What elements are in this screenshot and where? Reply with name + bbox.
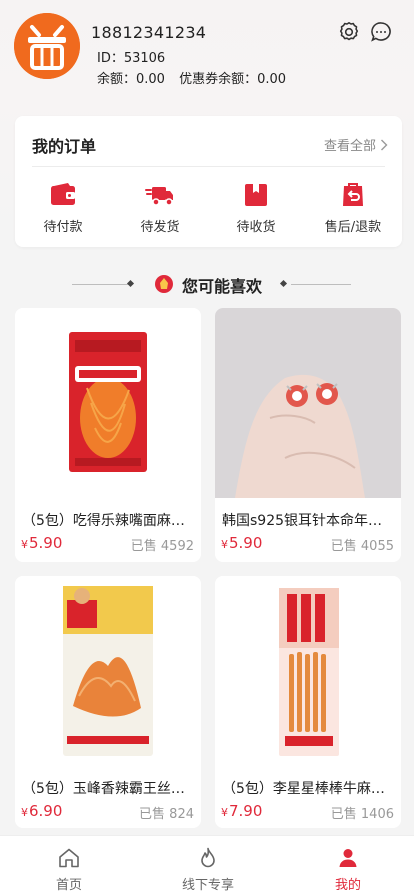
- product-name: （5包）李星星棒棒牛麻辣条: [222, 781, 396, 797]
- currency-symbol: ¥: [221, 806, 228, 819]
- recommend-title: 您可能喜欢: [182, 277, 263, 296]
- divider: [72, 284, 132, 285]
- tab-label: 我的: [334, 878, 361, 893]
- diamond-dot: [279, 279, 288, 288]
- refund-bag-icon: [338, 180, 368, 210]
- product-name: 韩国s925银耳针本命年牛耳钉: [222, 513, 396, 529]
- tab-label: 线下专享: [181, 878, 234, 893]
- price-value: 7.90: [229, 802, 263, 820]
- order-label: 待付款: [43, 220, 83, 235]
- flame-icon: [196, 846, 220, 870]
- avatar[interactable]: [14, 13, 80, 79]
- my-orders-card: 我的订单 查看全部 待付款 待发货 待收货 售后/退款: [15, 116, 402, 247]
- product-image[interactable]: [215, 576, 401, 766]
- sold-count: 已售 824: [139, 807, 194, 822]
- order-after-sales[interactable]: 售后/退款: [308, 180, 398, 235]
- currency-symbol: ¥: [221, 538, 228, 551]
- order-label: 待收货: [236, 220, 276, 235]
- order-pending-shipment[interactable]: 待发货: [115, 180, 205, 235]
- order-pending-payment[interactable]: 待付款: [18, 180, 108, 235]
- orders-title: 我的订单: [32, 137, 97, 156]
- divider: [32, 166, 385, 167]
- sold-count: 已售 1406: [330, 807, 394, 822]
- order-pending-receipt[interactable]: 待收货: [211, 180, 301, 235]
- chevron-right-icon: [380, 139, 388, 154]
- divider: [291, 284, 351, 285]
- product-card[interactable]: （5包）吃得乐辣嘴面麻辣面筋 ¥5.90 已售 4592: [15, 308, 201, 562]
- package-icon: [241, 180, 271, 210]
- sold-count: 已售 4055: [330, 539, 394, 554]
- coupon-balance-text: 优惠券余额：0.00: [179, 72, 287, 87]
- currency-symbol: ¥: [21, 538, 28, 551]
- diamond-dot: [126, 279, 135, 288]
- user-icon: [336, 846, 360, 870]
- delivery-truck-icon: [145, 180, 175, 210]
- view-all-orders-link[interactable]: 查看全部: [324, 135, 388, 154]
- currency-symbol: ¥: [21, 806, 28, 819]
- settings-gear-icon[interactable]: [337, 20, 361, 44]
- user-phone: 18812341234: [91, 23, 207, 42]
- product-image[interactable]: [15, 576, 201, 766]
- order-label: 待发货: [140, 220, 180, 235]
- balance-text: 余额：0.00: [97, 72, 165, 87]
- tab-label: 首页: [55, 878, 82, 893]
- order-label: 售后/退款: [324, 220, 382, 235]
- tab-offline-exclusive[interactable]: 线下专享: [168, 846, 248, 893]
- profile-page: 18812341234 ID：53106 余额：0.00 优惠券余额：0.00 …: [0, 0, 414, 896]
- balance-row: 余额：0.00 优惠券余额：0.00: [97, 68, 296, 87]
- product-image[interactable]: [15, 308, 201, 498]
- price-value: 6.90: [29, 802, 63, 820]
- product-price: ¥6.90: [21, 802, 62, 820]
- product-card[interactable]: 韩国s925银耳针本命年牛耳钉 ¥5.90 已售 4055: [215, 308, 401, 562]
- product-price: ¥5.90: [21, 534, 62, 552]
- like-badge-icon: [154, 274, 174, 294]
- profile-header: 18812341234 ID：53106 余额：0.00 优惠券余额：0.00: [0, 0, 414, 108]
- user-id: ID：53106: [97, 51, 166, 66]
- chat-bubble-icon[interactable]: [369, 20, 393, 44]
- recommend-heading: 您可能喜欢: [0, 270, 414, 300]
- price-value: 5.90: [229, 534, 263, 552]
- tab-mine[interactable]: 我的: [308, 846, 388, 893]
- sold-count: 已售 4592: [130, 539, 194, 554]
- product-price: ¥5.90: [221, 534, 262, 552]
- product-card[interactable]: （5包）玉峰香辣霸王丝辣条零食 ¥6.90 已售 824: [15, 576, 201, 828]
- product-name: （5包）玉峰香辣霸王丝辣条零食: [22, 781, 196, 797]
- product-image[interactable]: [215, 308, 401, 498]
- product-name: （5包）吃得乐辣嘴面麻辣面筋: [22, 513, 196, 529]
- bottom-tab-bar: 首页 线下专享 我的: [0, 835, 414, 896]
- price-value: 5.90: [29, 534, 63, 552]
- tab-home[interactable]: 首页: [29, 846, 109, 893]
- product-card[interactable]: （5包）李星星棒棒牛麻辣条 ¥7.90 已售 1406: [215, 576, 401, 828]
- view-all-label: 查看全部: [323, 139, 376, 154]
- wallet-icon: [48, 180, 78, 210]
- product-price: ¥7.90: [221, 802, 262, 820]
- home-icon: [57, 846, 81, 870]
